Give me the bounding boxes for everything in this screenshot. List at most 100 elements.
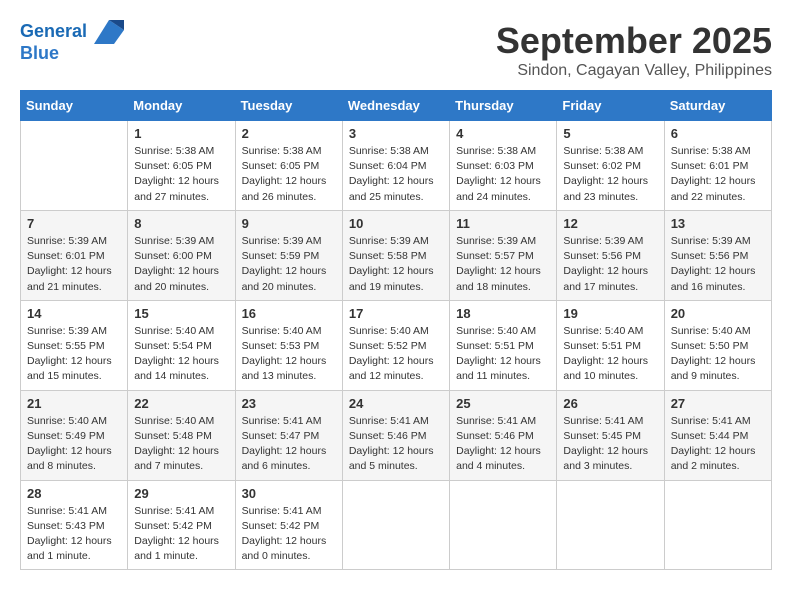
day-info: Sunrise: 5:41 AMSunset: 5:45 PMDaylight:… xyxy=(563,414,657,475)
calendar-cell: 21 Sunrise: 5:40 AMSunset: 5:49 PMDayligh… xyxy=(21,390,128,480)
calendar-week-2: 7 Sunrise: 5:39 AMSunset: 6:01 PMDaylight… xyxy=(21,210,772,300)
day-number: 10 xyxy=(349,216,443,231)
page-header: General Blue September 2025 Sindon, Caga… xyxy=(20,20,772,80)
day-info: Sunrise: 5:39 AMSunset: 5:58 PMDaylight:… xyxy=(349,234,443,295)
day-info: Sunrise: 5:40 AMSunset: 5:53 PMDaylight:… xyxy=(242,324,336,385)
day-info: Sunrise: 5:40 AMSunset: 5:48 PMDaylight:… xyxy=(134,414,228,475)
logo: General Blue xyxy=(20,20,126,64)
day-info: Sunrise: 5:41 AMSunset: 5:46 PMDaylight:… xyxy=(456,414,550,475)
day-info: Sunrise: 5:40 AMSunset: 5:49 PMDaylight:… xyxy=(27,414,121,475)
calendar-cell xyxy=(557,480,664,570)
day-number: 13 xyxy=(671,216,765,231)
day-number: 3 xyxy=(349,126,443,141)
calendar-cell: 20Sunrise: 5:40 AMSunset: 5:50 PMDayligh… xyxy=(664,300,771,390)
day-number: 1 xyxy=(134,126,228,141)
day-info: Sunrise: 5:38 AMSunset: 6:02 PMDaylight:… xyxy=(563,144,657,205)
day-info: Sunrise: 5:39 AMSunset: 5:57 PMDaylight:… xyxy=(456,234,550,295)
day-info: Sunrise: 5:40 AMSunset: 5:51 PMDaylight:… xyxy=(456,324,550,385)
calendar-cell: 14Sunrise: 5:39 AMSunset: 5:55 PMDayligh… xyxy=(21,300,128,390)
calendar-cell: 13 Sunrise: 5:39 AMSunset: 5:56 PMDayligh… xyxy=(664,210,771,300)
weekday-header-saturday: Saturday xyxy=(664,91,771,121)
calendar-cell: 29Sunrise: 5:41 AMSunset: 5:42 PMDayligh… xyxy=(128,480,235,570)
day-number: 22 xyxy=(134,396,228,411)
calendar-cell: 25 Sunrise: 5:41 AMSunset: 5:46 PMDayligh… xyxy=(450,390,557,480)
day-number: 23 xyxy=(242,396,336,411)
calendar-cell: 4 Sunrise: 5:38 AMSunset: 6:03 PMDaylight… xyxy=(450,121,557,211)
calendar-week-3: 14Sunrise: 5:39 AMSunset: 5:55 PMDayligh… xyxy=(21,300,772,390)
calendar-cell: 16Sunrise: 5:40 AMSunset: 5:53 PMDayligh… xyxy=(235,300,342,390)
calendar-cell: 1Sunrise: 5:38 AMSunset: 6:05 PMDaylight… xyxy=(128,121,235,211)
calendar-week-5: 28 Sunrise: 5:41 AMSunset: 5:43 PMDayligh… xyxy=(21,480,772,570)
calendar-cell: 18Sunrise: 5:40 AMSunset: 5:51 PMDayligh… xyxy=(450,300,557,390)
day-info: Sunrise: 5:41 AMSunset: 5:43 PMDaylight:… xyxy=(27,504,121,565)
calendar-cell: 5Sunrise: 5:38 AMSunset: 6:02 PMDaylight… xyxy=(557,121,664,211)
calendar-table: SundayMondayTuesdayWednesdayThursdayFrid… xyxy=(20,90,772,570)
calendar-week-4: 21 Sunrise: 5:40 AMSunset: 5:49 PMDayligh… xyxy=(21,390,772,480)
day-info: Sunrise: 5:39 AMSunset: 5:55 PMDaylight:… xyxy=(27,324,121,385)
day-number: 8 xyxy=(134,216,228,231)
calendar-week-1: 1 Sunrise: 5:38 AMSunset: 6:05 PMDaylight… xyxy=(21,121,772,211)
weekday-header-thursday: Thursday xyxy=(450,91,557,121)
calendar-cell: 27Sunrise: 5:41 AMSunset: 5:44 PMDayligh… xyxy=(664,390,771,480)
calendar-cell xyxy=(450,480,557,570)
day-info: Sunrise: 5:39 AMSunset: 5:56 PMDaylight:… xyxy=(563,234,657,295)
day-info: Sunrise: 5:38 AMSunset: 6:01 PMDaylight:… xyxy=(671,144,765,205)
day-number: 4 xyxy=(456,126,550,141)
day-info: Sunrise: 5:41 AMSunset: 5:42 PMDaylight:… xyxy=(242,504,336,565)
weekday-header-sunday: Sunday xyxy=(21,91,128,121)
day-info: Sunrise: 5:38 AMSunset: 6:03 PMDaylight:… xyxy=(456,144,550,205)
calendar-cell xyxy=(21,121,128,211)
day-number: 2 xyxy=(242,126,336,141)
day-number: 11 xyxy=(456,216,550,231)
day-info: Sunrise: 5:41 AMSunset: 5:47 PMDaylight:… xyxy=(242,414,336,475)
calendar-cell: 8 Sunrise: 5:39 AMSunset: 6:00 PMDaylight… xyxy=(128,210,235,300)
calendar-cell: 7 Sunrise: 5:39 AMSunset: 6:01 PMDaylight… xyxy=(21,210,128,300)
day-info: Sunrise: 5:39 AMSunset: 6:01 PMDaylight:… xyxy=(27,234,121,295)
calendar-body: 1 Sunrise: 5:38 AMSunset: 6:05 PMDaylight… xyxy=(21,121,772,570)
calendar-cell: 19 Sunrise: 5:40 AMSunset: 5:51 PMDayligh… xyxy=(557,300,664,390)
day-number: 26 xyxy=(563,396,657,411)
calendar-cell: 2 Sunrise: 5:38 AMSunset: 6:05 PMDaylight… xyxy=(235,121,342,211)
weekday-header-wednesday: Wednesday xyxy=(342,91,449,121)
day-info: Sunrise: 5:39 AMSunset: 5:59 PMDaylight:… xyxy=(242,234,336,295)
day-number: 7 xyxy=(27,216,121,231)
day-info: Sunrise: 5:41 AMSunset: 5:46 PMDaylight:… xyxy=(349,414,443,475)
day-info: Sunrise: 5:40 AMSunset: 5:52 PMDaylight:… xyxy=(349,324,443,385)
calendar-cell: 3Sunrise: 5:38 AMSunset: 6:04 PMDaylight… xyxy=(342,121,449,211)
day-number: 12 xyxy=(563,216,657,231)
day-info: Sunrise: 5:39 AMSunset: 6:00 PMDaylight:… xyxy=(134,234,228,295)
day-info: Sunrise: 5:41 AMSunset: 5:44 PMDaylight:… xyxy=(671,414,765,475)
day-info: Sunrise: 5:40 AMSunset: 5:51 PMDaylight:… xyxy=(563,324,657,385)
day-number: 28 xyxy=(27,486,121,501)
calendar-cell: 17 Sunrise: 5:40 AMSunset: 5:52 PMDayligh… xyxy=(342,300,449,390)
day-info: Sunrise: 5:40 AMSunset: 5:50 PMDaylight:… xyxy=(671,324,765,385)
calendar-cell xyxy=(342,480,449,570)
day-number: 30 xyxy=(242,486,336,501)
day-info: Sunrise: 5:41 AMSunset: 5:42 PMDaylight:… xyxy=(134,504,228,565)
calendar-cell: 15Sunrise: 5:40 AMSunset: 5:54 PMDayligh… xyxy=(128,300,235,390)
day-info: Sunrise: 5:39 AMSunset: 5:56 PMDaylight:… xyxy=(671,234,765,295)
logo-text: General xyxy=(20,20,126,44)
weekday-header-row: SundayMondayTuesdayWednesdayThursdayFrid… xyxy=(21,91,772,121)
day-number: 6 xyxy=(671,126,765,141)
day-number: 19 xyxy=(563,306,657,321)
day-number: 17 xyxy=(349,306,443,321)
calendar-cell: 22 Sunrise: 5:40 AMSunset: 5:48 PMDayligh… xyxy=(128,390,235,480)
calendar-cell: 10 Sunrise: 5:39 AMSunset: 5:58 PMDayligh… xyxy=(342,210,449,300)
calendar-cell: 11 Sunrise: 5:39 AMSunset: 5:57 PMDayligh… xyxy=(450,210,557,300)
calendar-cell: 23 Sunrise: 5:41 AMSunset: 5:47 PMDayligh… xyxy=(235,390,342,480)
day-number: 9 xyxy=(242,216,336,231)
title-block: September 2025 Sindon, Cagayan Valley, P… xyxy=(496,20,772,80)
day-info: Sunrise: 5:38 AMSunset: 6:05 PMDaylight:… xyxy=(242,144,336,205)
day-number: 21 xyxy=(27,396,121,411)
calendar-cell: 24Sunrise: 5:41 AMSunset: 5:46 PMDayligh… xyxy=(342,390,449,480)
calendar-cell xyxy=(664,480,771,570)
calendar-cell: 28 Sunrise: 5:41 AMSunset: 5:43 PMDayligh… xyxy=(21,480,128,570)
month-title: September 2025 xyxy=(496,20,772,62)
day-number: 25 xyxy=(456,396,550,411)
calendar-cell: 30 Sunrise: 5:41 AMSunset: 5:42 PMDayligh… xyxy=(235,480,342,570)
calendar-header: SundayMondayTuesdayWednesdayThursdayFrid… xyxy=(21,91,772,121)
weekday-header-friday: Friday xyxy=(557,91,664,121)
day-info: Sunrise: 5:40 AMSunset: 5:54 PMDaylight:… xyxy=(134,324,228,385)
calendar-cell: 6 Sunrise: 5:38 AMSunset: 6:01 PMDaylight… xyxy=(664,121,771,211)
